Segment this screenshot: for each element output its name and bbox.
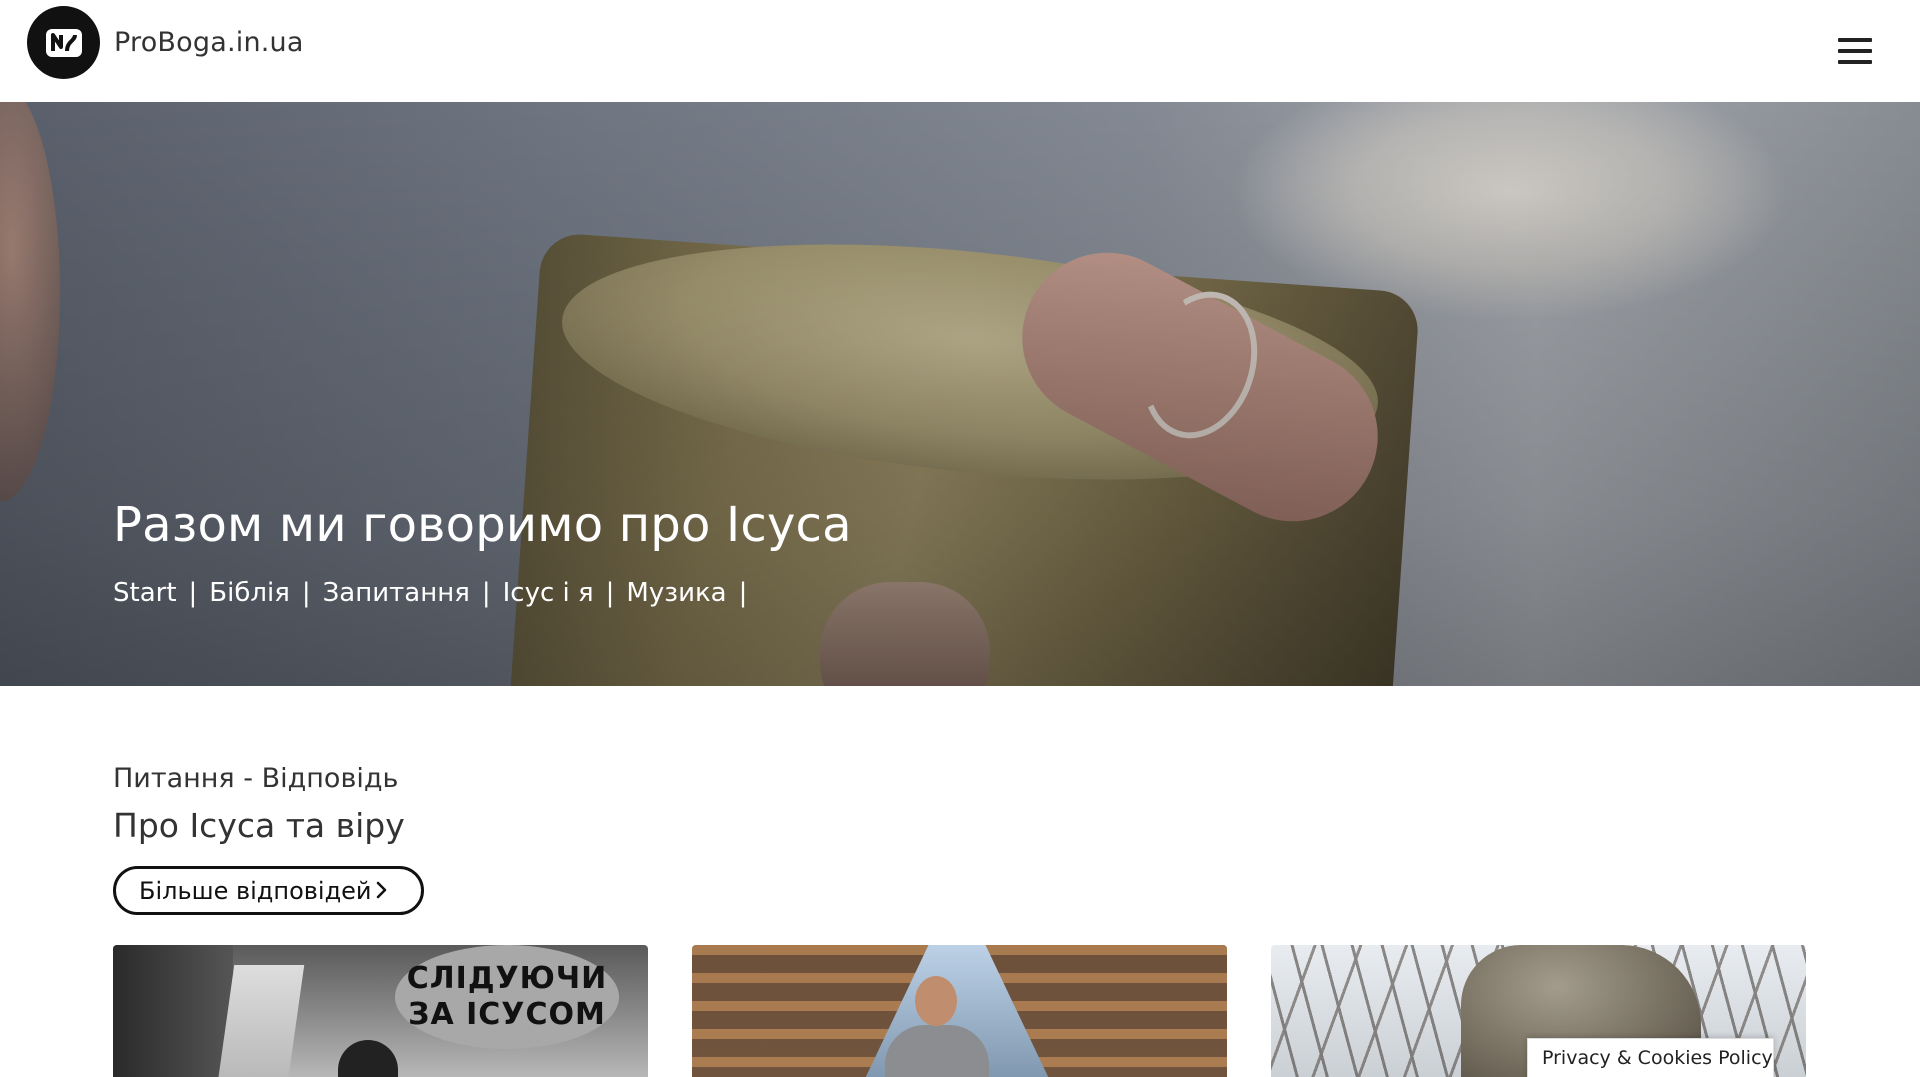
card-image-speech-bubble: СЛІДУЮЧИ ЗА ІСУСОМ (395, 945, 619, 1049)
section-subtitle: Питання - Відповідь (113, 763, 399, 794)
section-title: Про Ісуса та віру (113, 806, 405, 845)
hero-title: Разом ми говоримо про Ісуса (113, 497, 852, 553)
hero-nav-jesus-and-me[interactable]: Ісус і я (503, 578, 594, 608)
card-image-praying-man (875, 970, 999, 1077)
site-name[interactable]: ProBoga.in.ua (114, 27, 304, 58)
article-card-prayer[interactable] (692, 945, 1227, 1077)
nav-separator: | (605, 578, 615, 608)
nav-separator: | (301, 578, 311, 608)
hero-nav-start[interactable]: Start (113, 578, 177, 608)
hamburger-menu-icon[interactable] (1838, 38, 1872, 66)
nav-separator: | (481, 578, 491, 608)
logo-mark-icon (45, 28, 82, 57)
chevron-right-icon (376, 881, 387, 899)
hero-nav-music[interactable]: Музика (626, 578, 726, 608)
site-header: ProBoga.in.ua (0, 0, 1920, 102)
privacy-cookies-policy-button[interactable]: Privacy & Cookies Policy (1527, 1038, 1774, 1077)
nav-separator: | (738, 578, 748, 608)
hero-banner: Разом ми говоримо про Ісуса Start | Бібл… (0, 102, 1920, 686)
card-image-text-line1: СЛІДУЮЧИ (406, 961, 608, 996)
hero-nav-questions[interactable]: Запитання (323, 578, 470, 608)
nav-separator: | (188, 578, 198, 608)
card-image-trees (113, 945, 233, 1077)
card-image-text-line2: ЗА ІСУСОМ (408, 997, 606, 1032)
hero-nav: Start | Біблія | Запитання | Ісус і я | … (113, 578, 759, 608)
more-answers-button[interactable]: Більше відповідей (113, 866, 424, 915)
brand-logo-icon[interactable] (27, 6, 100, 79)
hero-nav-bible[interactable]: Біблія (209, 578, 290, 608)
more-answers-label: Більше відповідей (139, 876, 372, 905)
card-image-people (338, 1040, 398, 1077)
article-card-following-jesus[interactable]: СЛІДУЮЧИ ЗА ІСУСОМ (113, 945, 648, 1077)
